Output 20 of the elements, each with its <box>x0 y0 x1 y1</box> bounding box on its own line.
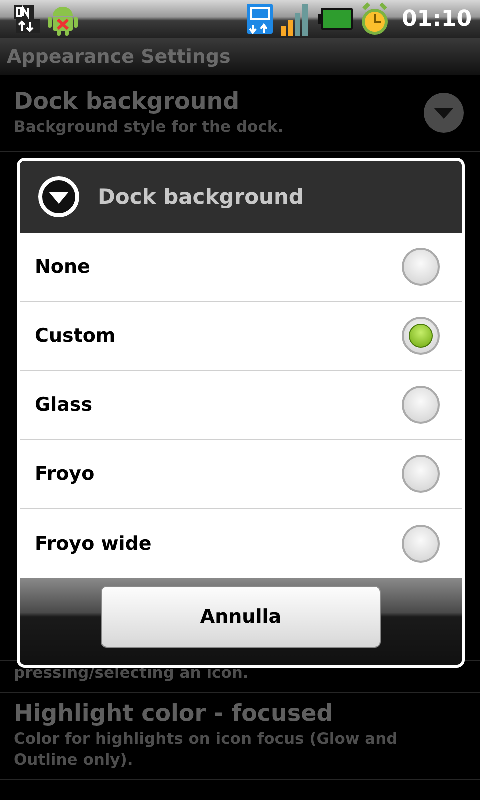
setting-title: Highlight color - focused <box>14 701 334 727</box>
dialog-title: Dock background <box>98 185 304 209</box>
screen-title: Appearance Settings <box>7 46 231 68</box>
radio-button[interactable] <box>402 455 440 493</box>
clock-time: 01:10 <box>402 6 472 32</box>
data-sync-icon <box>12 3 42 35</box>
alarm-clock-icon <box>360 1 390 37</box>
radio-button[interactable] <box>402 524 440 562</box>
dropdown-icon[interactable] <box>424 93 464 133</box>
dropdown-icon <box>38 176 80 218</box>
setting-summary: pressing/selecting an icon. <box>14 663 249 684</box>
setting-summary: Background style for the dock. <box>14 116 285 138</box>
radio-button[interactable] <box>402 317 440 355</box>
setting-title: Dock background <box>14 88 241 114</box>
setting-summary: Color for highlights on icon focus (Glow and Outline only). <box>14 729 399 771</box>
network-3g-icon <box>246 3 274 35</box>
radio-button[interactable] <box>402 248 440 286</box>
battery-icon <box>318 7 354 31</box>
cancel-button[interactable]: Annulla <box>101 586 381 648</box>
radio-button[interactable] <box>402 386 440 424</box>
